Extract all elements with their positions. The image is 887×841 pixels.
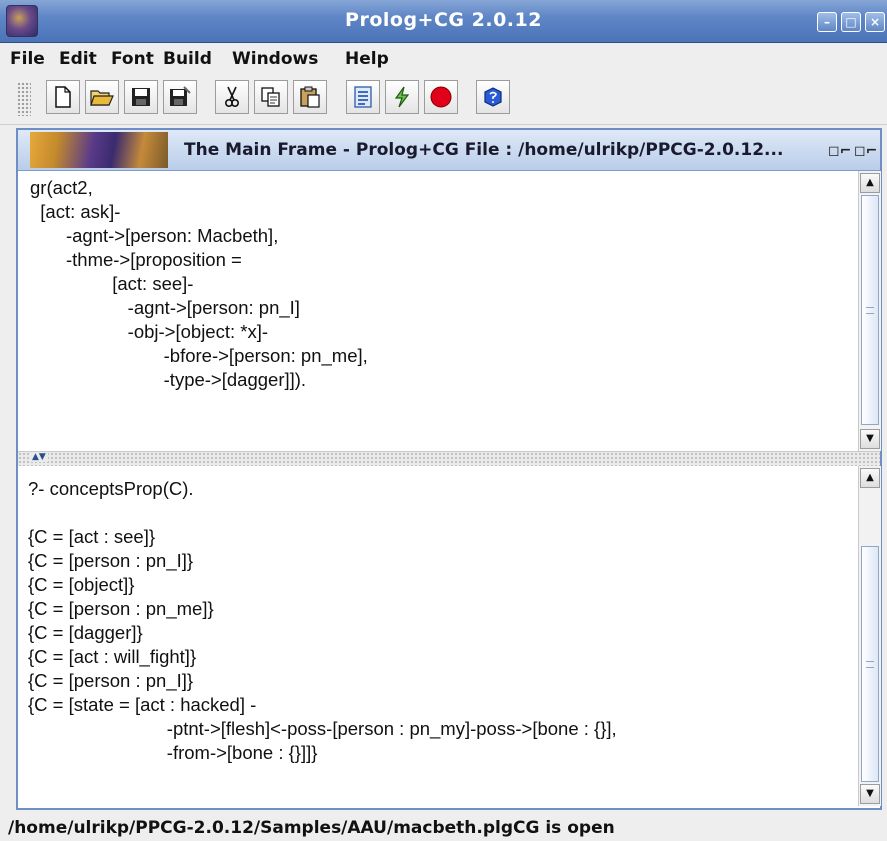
program-line: -type->[dagger]]). — [30, 369, 307, 390]
program-editor[interactable]: gr(act2, [act: ask]- -agnt->[person: Mac… — [18, 171, 858, 451]
window-title: Prolog+CG 2.0.12 — [345, 9, 542, 31]
help-button[interactable] — [476, 80, 510, 114]
status-bar: /home/ulrikp/PPCG-2.0.12/Samples/AAU/mac… — [0, 812, 887, 841]
paste-icon — [300, 86, 320, 108]
scroll-up-icon[interactable]: ▲ — [860, 173, 880, 193]
program-line: [act: see]- — [30, 273, 194, 294]
stop-button[interactable] — [424, 80, 458, 114]
menu-windows[interactable]: Windows — [232, 49, 318, 69]
copy-button[interactable] — [254, 80, 288, 114]
scroll-thumb[interactable] — [861, 195, 879, 425]
console-line: -from->[bone : {}]]} — [28, 742, 318, 763]
scroll-thumb[interactable] — [861, 546, 879, 782]
console-line: {C = [act : see]} — [28, 526, 156, 547]
save-all-icon — [170, 86, 191, 106]
frame-maximize-icon[interactable]: ◻⌐ — [854, 143, 877, 159]
console-line: {C = [state = [act : hacked] - — [28, 694, 257, 715]
window-title-bar[interactable]: Prolog+CG 2.0.12 – □ × — [0, 0, 887, 43]
scroll-down-icon[interactable]: ▼ — [860, 784, 880, 804]
console-line: {C = [person : pn_me]} — [28, 598, 214, 619]
list-button[interactable] — [346, 80, 380, 114]
save-icon — [132, 88, 150, 106]
scroll-up-icon[interactable]: ▲ — [860, 468, 880, 488]
run-icon — [394, 86, 410, 108]
program-scrollbar[interactable]: ▲ ▼ — [858, 171, 881, 451]
menu-bar: File Edit Font Build Windows Help — [0, 43, 887, 71]
run-button[interactable] — [385, 80, 419, 114]
list-icon — [354, 86, 372, 108]
frame-iconify-icon[interactable]: ◻⌐ — [828, 143, 851, 159]
save-button[interactable] — [124, 80, 158, 114]
program-line: gr(act2, — [30, 177, 93, 198]
program-line: -thme->[proposition = — [30, 249, 242, 270]
status-message: /home/ulrikp/PPCG-2.0.12/Samples/AAU/mac… — [8, 818, 615, 838]
cut-button[interactable] — [215, 80, 249, 114]
maximize-icon[interactable]: □ — [841, 12, 861, 32]
program-line: [act: ask]- — [30, 201, 121, 222]
toolbar-grip[interactable] — [17, 82, 31, 116]
console-scrollbar[interactable]: ▲ ▼ — [858, 466, 881, 806]
console-line: {C = [dagger]} — [28, 622, 143, 643]
program-line: -bfore->[person: pn_me], — [30, 345, 368, 366]
new-file-icon — [55, 86, 71, 108]
frame-title: The Main Frame - Prolog+CG File : /home/… — [184, 140, 784, 160]
save-all-button[interactable] — [163, 80, 197, 114]
scroll-down-icon[interactable]: ▼ — [860, 429, 880, 449]
menu-help[interactable]: Help — [345, 49, 389, 69]
copy-icon — [261, 87, 280, 107]
frame-title-bar[interactable]: The Main Frame - Prolog+CG File : /home/… — [18, 130, 880, 171]
program-line: -agnt->[person: pn_I] — [30, 297, 300, 318]
open-folder-icon — [90, 90, 114, 106]
paste-button[interactable] — [293, 80, 327, 114]
toolbar — [0, 72, 887, 125]
console-line: -ptnt->[flesh]<-poss-[person : pn_my]-po… — [28, 718, 617, 739]
split-arrows-icon[interactable]: ▲▼ — [30, 452, 48, 462]
program-line: -agnt->[person: Macbeth], — [30, 225, 279, 246]
menu-edit[interactable]: Edit — [59, 49, 97, 69]
console-line: {C = [person : pn_I]} — [28, 550, 194, 571]
menu-font[interactable]: Font — [111, 49, 154, 69]
new-file-button[interactable] — [46, 80, 80, 114]
minimize-icon[interactable]: – — [817, 12, 837, 32]
console-line: {C = [act : will_fight]} — [28, 646, 197, 667]
stop-icon — [430, 86, 452, 108]
cut-icon — [224, 86, 240, 108]
console-line: {C = [person : pn_I]} — [28, 670, 194, 691]
console-line: ?- conceptsProp(C). — [28, 478, 194, 499]
frame-logo-image — [30, 132, 168, 168]
help-icon — [484, 87, 502, 107]
menu-build[interactable]: Build — [163, 49, 212, 69]
open-file-button[interactable] — [85, 80, 119, 114]
console-line: {C = [object]} — [28, 574, 135, 595]
menu-file[interactable]: File — [10, 49, 45, 69]
main-frame: The Main Frame - Prolog+CG File : /home/… — [16, 128, 882, 810]
console-output[interactable]: ?- conceptsProp(C). {C = [act : see]} {C… — [18, 466, 858, 806]
program-line: -obj->[object: *x]- — [30, 321, 269, 342]
close-icon[interactable]: × — [865, 12, 885, 32]
